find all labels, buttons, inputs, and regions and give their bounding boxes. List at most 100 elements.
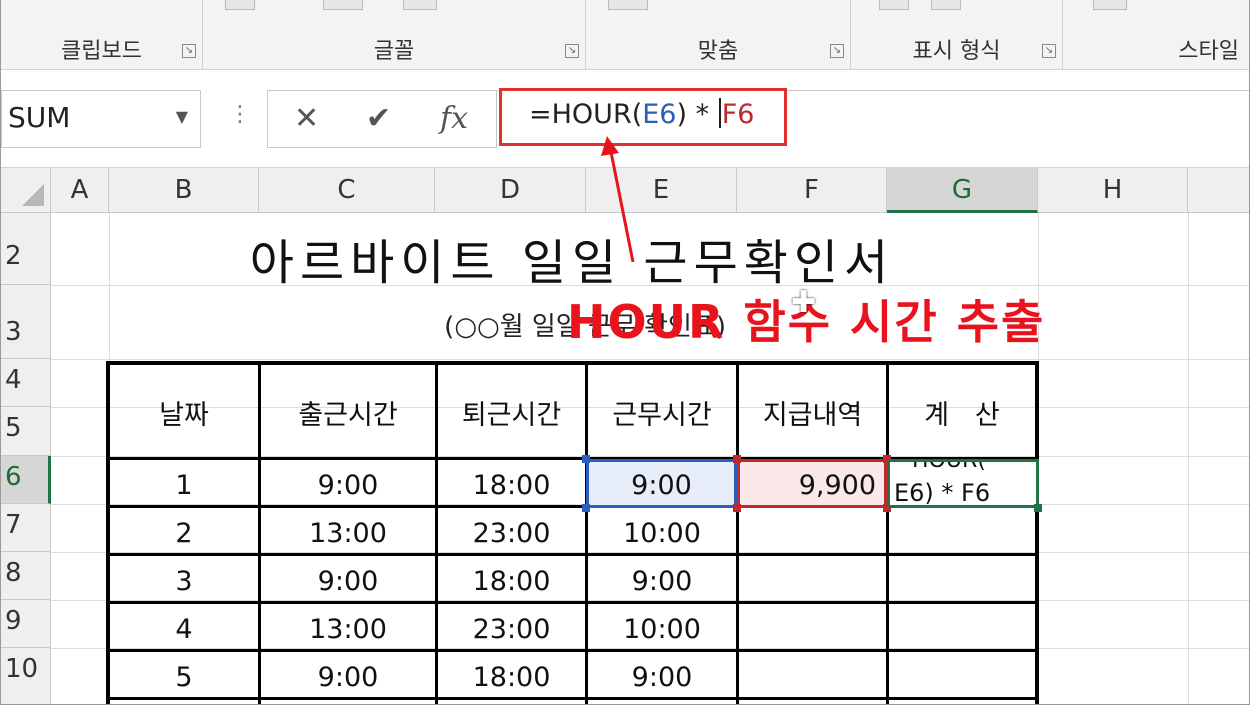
row-header-7[interactable]: 7 [1,504,51,552]
fill-color-icon[interactable] [323,0,363,10]
cell-f6-value: 9,900 [798,470,876,501]
table-cell[interactable]: 1 [110,470,258,501]
table-cell[interactable]: 23:00 [438,614,585,645]
row-header-3[interactable]: 3 [1,285,51,359]
decimal-decrease-icon[interactable] [931,0,961,10]
row-header-8[interactable]: 8 [1,552,51,600]
table-cell[interactable]: 10:00 [588,614,736,645]
ribbon-group-clipboard: 클립보드 ↘ [1,0,203,70]
fill-handle[interactable] [1034,504,1042,512]
table-cell[interactable]: 13:00 [261,614,435,645]
column-header-i[interactable] [1188,168,1249,213]
select-all-button[interactable] [1,168,51,213]
table-cell[interactable]: 18:00 [438,662,585,693]
row-header-2[interactable]: 2 [1,213,51,285]
table-cell[interactable]: 18:00 [438,566,585,597]
formula-mid: ) * [676,99,718,130]
name-box-value: SUM [8,101,71,134]
work-table: 날짜 출근시간 퇴근시간 근무시간 지급내역 계 산 1 9:00 18:00 … [106,361,1039,704]
resize-handle[interactable] [733,504,741,512]
row-header-4[interactable]: 4 [1,359,51,407]
column-header-h[interactable]: H [1038,168,1188,213]
row-header-6[interactable]: 6 [1,456,51,504]
column-header-a[interactable]: A [51,168,109,213]
formula-text[interactable]: =HOUR(E6) * F6 [529,98,754,130]
formula-buttons: ✕ ✔ fx [267,90,497,148]
ribbon-group-alignment: 맞춤 ↘ [586,0,851,70]
decimal-increase-icon[interactable] [879,0,909,10]
ribbon-group-label: 글꼴 [373,39,415,64]
check-icon[interactable]: ✔ [366,101,391,136]
table-cell[interactable]: 13:00 [261,518,435,549]
table-border [110,697,1035,700]
ribbon-group-styles: 스타일 [1063,0,1249,70]
border-icon[interactable] [225,0,255,10]
name-box[interactable]: SUM ▼ [1,90,201,148]
ribbon-group-label: 표시 형식 [912,39,1001,64]
table-cell[interactable]: 2 [110,518,258,549]
ribbon-group-label: 스타일 [1178,39,1239,64]
ribbon-group-font: 글꼴 ↘ [203,0,586,70]
table-cell[interactable]: 5 [110,662,258,693]
ribbon-group-number-format: 표시 형식 ↘ [851,0,1063,70]
cell-f6-reference[interactable]: 9,900 [737,459,887,508]
formula-ref-e6: E6 [642,99,677,130]
column-header-f[interactable]: F [737,168,887,213]
table-cell[interactable]: 9:00 [261,662,435,693]
table-cell[interactable]: 9:00 [261,470,435,501]
excel-window: 클립보드 ↘ 글꼴 ↘ 맞춤 ↘ 표시 형식 ↘ 스타일 SUM ▼ ⋮ ✕ ✔… [0,0,1250,705]
dialog-launcher-icon[interactable]: ↘ [830,44,844,58]
table-cell[interactable]: 9:00 [588,662,736,693]
resize-handle[interactable] [582,504,590,512]
formula-prefix: =HOUR( [529,99,643,130]
table-cell[interactable]: 9:00 [261,566,435,597]
fx-icon[interactable]: fx [440,101,468,136]
column-header-g[interactable]: G [887,168,1038,213]
cell-g6-edit-line2: E6) * F6 [894,479,991,507]
text-caret [718,98,721,128]
table-cell[interactable]: 4 [110,614,258,645]
cell-g6-edit-line1: HOUR( [912,459,986,473]
table-header-work-hours[interactable]: 근무시간 [588,393,736,432]
table-cell[interactable]: 9:00 [588,566,736,597]
ribbon-group-label: 클립보드 [61,39,142,64]
row-header-5[interactable]: 5 [1,407,51,456]
table-cell[interactable]: 18:00 [438,470,585,501]
formula-bar: SUM ▼ ⋮ ✕ ✔ fx =HOUR(E6) * F6 [1,70,1249,168]
cell-e6-reference[interactable]: 9:00 [586,459,737,508]
table-header-pay[interactable]: 지급내역 [739,393,886,432]
ribbon: 클립보드 ↘ 글꼴 ↘ 맞춤 ↘ 표시 형식 ↘ 스타일 [1,0,1249,70]
table-header-clock-in[interactable]: 출근시간 [261,393,435,432]
font-color-icon[interactable] [403,0,437,10]
column-header-b[interactable]: B [109,168,259,213]
row-header-9[interactable]: 9 [1,600,51,648]
table-border [110,553,1035,556]
row-header-10[interactable]: 10 [1,648,51,704]
column-header-e[interactable]: E [586,168,737,213]
table-cell[interactable]: 10:00 [588,518,736,549]
ribbon-group-label: 맞춤 [697,39,739,64]
dialog-launcher-icon[interactable]: ↘ [565,44,579,58]
indent-icon[interactable] [608,0,648,10]
dialog-launcher-icon[interactable]: ↘ [1042,44,1056,58]
resize-handle[interactable] [582,455,590,463]
table-header-calc[interactable]: 계 산 [889,393,1035,432]
dialog-launcher-icon[interactable]: ↘ [182,44,196,58]
table-cell[interactable]: 3 [110,566,258,597]
column-header-c[interactable]: C [259,168,435,213]
table-header-date[interactable]: 날짜 [110,393,258,432]
chevron-down-icon[interactable]: ▼ [176,107,188,126]
gridline [51,359,1249,360]
table-border [110,601,1035,604]
sheet-title: 아르바이트 일일 근무확인서 [249,235,895,291]
resize-handle[interactable] [733,455,741,463]
active-cell-g6[interactable]: HOUR( E6) * F6 [887,459,1039,508]
worksheet-grid[interactable]: A B C D E F G H 2 3 4 5 6 7 8 9 10 아르바이트… [1,168,1249,704]
column-header-d[interactable]: D [435,168,586,213]
table-cell[interactable]: 23:00 [438,518,585,549]
cancel-icon[interactable]: ✕ [294,101,319,136]
more-icon[interactable]: ⋮ [229,102,251,127]
table-header-clock-out[interactable]: 퇴근시간 [438,393,585,432]
cell-cursor-icon: ✚ [791,285,817,320]
conditional-format-icon[interactable] [1093,0,1127,10]
